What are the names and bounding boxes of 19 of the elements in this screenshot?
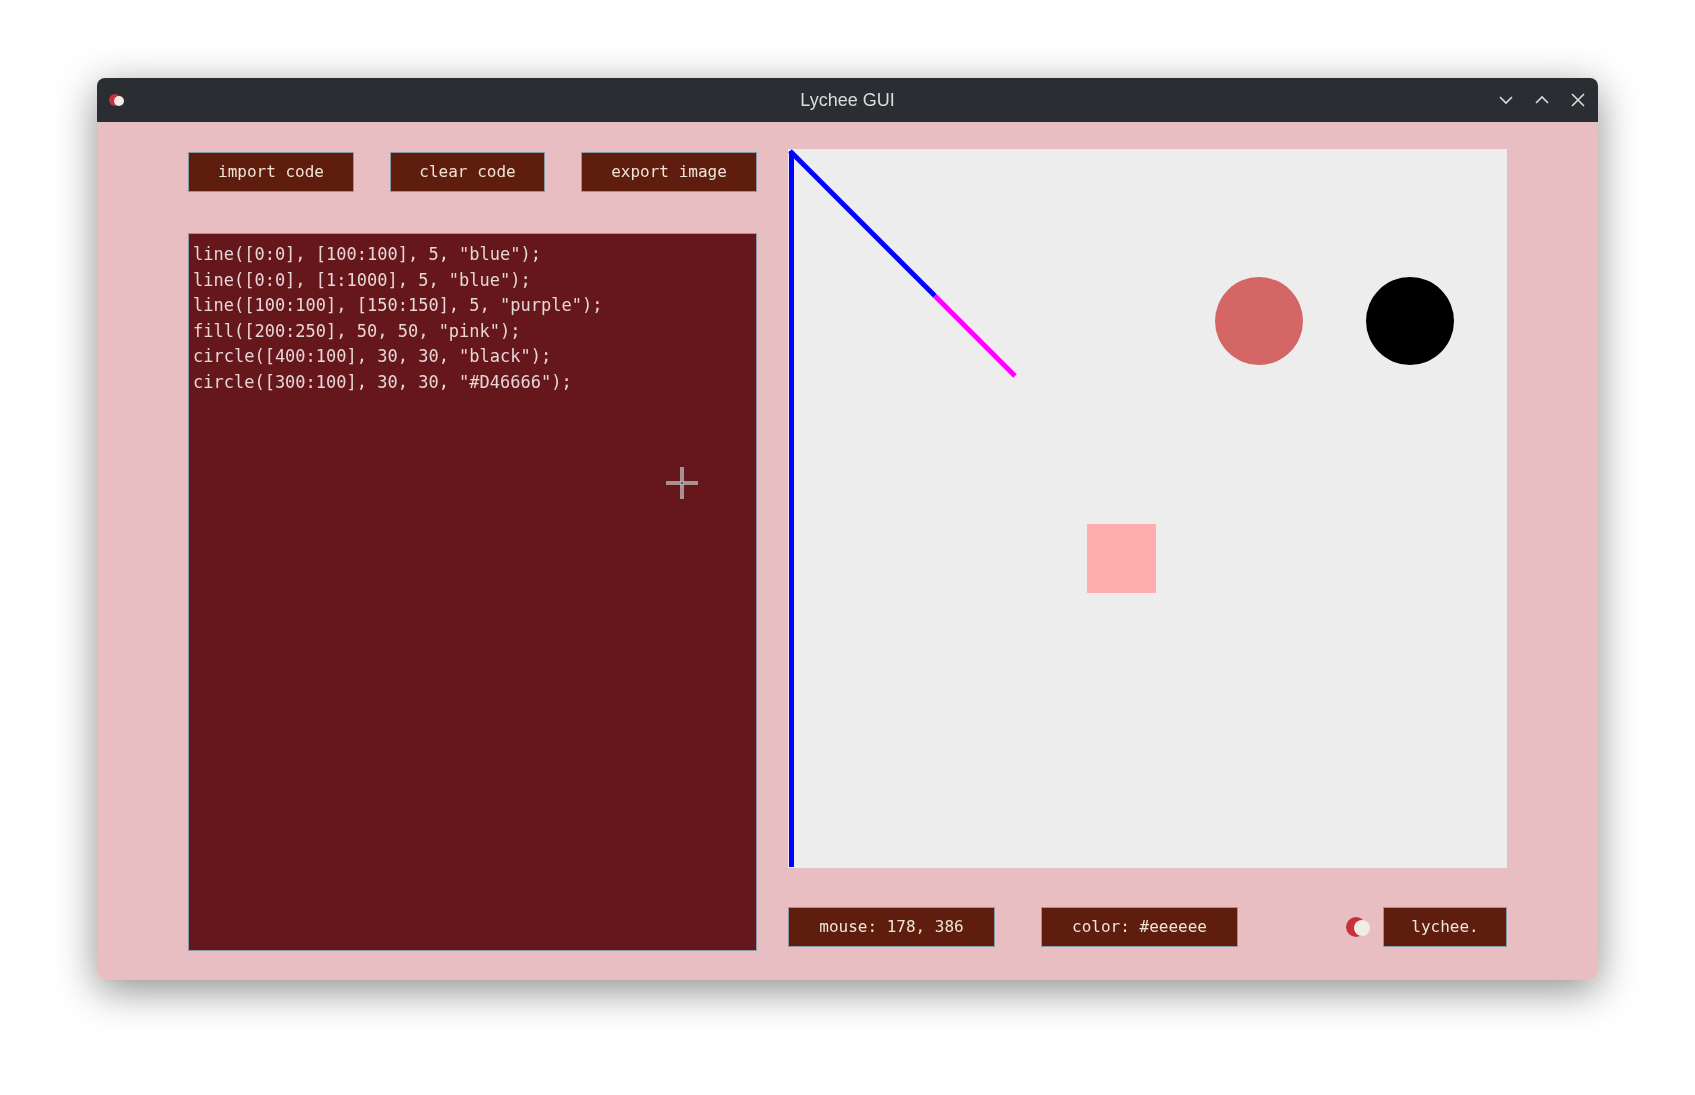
code-line: fill([200:250], 50, 50, "pink");: [193, 319, 521, 343]
toolbar-button[interactable]: import code: [188, 152, 354, 192]
code-line: line([0:0], [100:100], 5, "blue");: [193, 243, 541, 266]
window-title: Lychee GUI: [800, 88, 895, 112]
color-label: color: #eeeeee: [1041, 907, 1238, 947]
code-line: circle([400:100], 30, 30, "black");: [193, 345, 552, 368]
toolbar-button[interactable]: export image: [581, 152, 757, 192]
code-line: line([0:0], [1:1000], 5, "blue");: [193, 268, 531, 292]
brand-label: lychee.: [1383, 907, 1507, 947]
mouse-position-label: mouse: 178, 386: [788, 907, 995, 947]
code-editor[interactable]: [188, 233, 757, 951]
drawing-canvas[interactable]: [788, 149, 1507, 868]
lychee-icon: [1345, 915, 1373, 939]
code-line: line([100:100], [150:150], 5, "purple");: [193, 294, 603, 317]
lychee-icon: [109, 93, 125, 107]
toolbar-button[interactable]: clear code: [390, 152, 545, 192]
code-line: circle([300:100], 30, 30, "#D46666");: [193, 370, 572, 394]
crosshair-cursor-icon: [665, 466, 699, 500]
close-icon[interactable]: [1570, 92, 1586, 108]
